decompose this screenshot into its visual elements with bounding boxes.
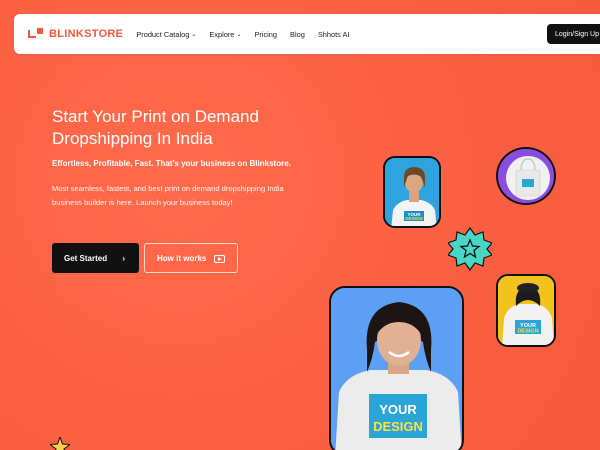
brand-name: BLINKSTORE bbox=[49, 28, 124, 40]
play-icon bbox=[214, 255, 225, 263]
chevron-right-icon: › bbox=[122, 253, 125, 263]
sparkle-badge-icon bbox=[446, 226, 494, 272]
nav-item-explore[interactable]: Explore ⌄ bbox=[209, 30, 241, 39]
brand-logo[interactable]: BLINKSTORE bbox=[28, 28, 123, 40]
hero-headline: Start Your Print on Demand Dropshipping … bbox=[52, 106, 372, 150]
how-it-works-button[interactable]: How it works bbox=[144, 243, 238, 273]
get-started-label: Get Started bbox=[64, 253, 108, 263]
chevron-down-icon: ⌄ bbox=[236, 31, 242, 38]
model-woman-tshirt-image: YOUR DESIGN bbox=[329, 286, 464, 450]
nav-item-label: Product Catalog bbox=[136, 29, 190, 39]
hero-description: Most seamless, fastest, and best print o… bbox=[52, 184, 284, 207]
headline-line-2: Dropshipping In India bbox=[52, 129, 213, 148]
print-text-design: DESIGN bbox=[517, 329, 538, 335]
model-man-hoodie-image: YOUR DESIGN bbox=[383, 156, 441, 228]
hero-tagline: Effortless, Profitable, Fast. That’s you… bbox=[52, 159, 291, 168]
nav-item-label: Explore bbox=[209, 29, 235, 39]
print-text-design: DESIGN bbox=[373, 419, 423, 434]
star-decoration-icon bbox=[48, 435, 72, 450]
nav-item-product-catalog[interactable]: Product Catalog ⌄ bbox=[136, 30, 196, 39]
chevron-down-icon: ⌄ bbox=[191, 31, 197, 38]
logo-mark-icon bbox=[28, 28, 44, 40]
top-navbar: BLINKSTORE Product Catalog ⌄ Explore ⌄ P… bbox=[14, 14, 600, 54]
nav-menu: Product Catalog ⌄ Explore ⌄ Pricing Blog… bbox=[136, 30, 362, 39]
hoodie-back-image: YOUR DESIGN bbox=[496, 274, 556, 347]
nav-item-shhots-ai[interactable]: Shhots AI bbox=[318, 30, 350, 39]
nav-item-label: Blog bbox=[290, 29, 305, 39]
nav-item-blog[interactable]: Blog bbox=[290, 30, 305, 39]
print-text-your: YOUR bbox=[379, 402, 417, 417]
nav-item-label: Shhots AI bbox=[317, 29, 350, 39]
nav-item-label: Pricing bbox=[254, 29, 278, 39]
tote-bag-image bbox=[496, 147, 556, 205]
login-signup-button[interactable]: Login/Sign Up bbox=[547, 24, 600, 44]
get-started-button[interactable]: Get Started › bbox=[52, 243, 139, 273]
how-it-works-label: How it works bbox=[157, 253, 207, 263]
headline-line-1: Start Your Print on Demand bbox=[52, 107, 259, 126]
nav-item-pricing[interactable]: Pricing bbox=[254, 30, 277, 39]
print-text-design: DESIGN bbox=[405, 216, 422, 221]
